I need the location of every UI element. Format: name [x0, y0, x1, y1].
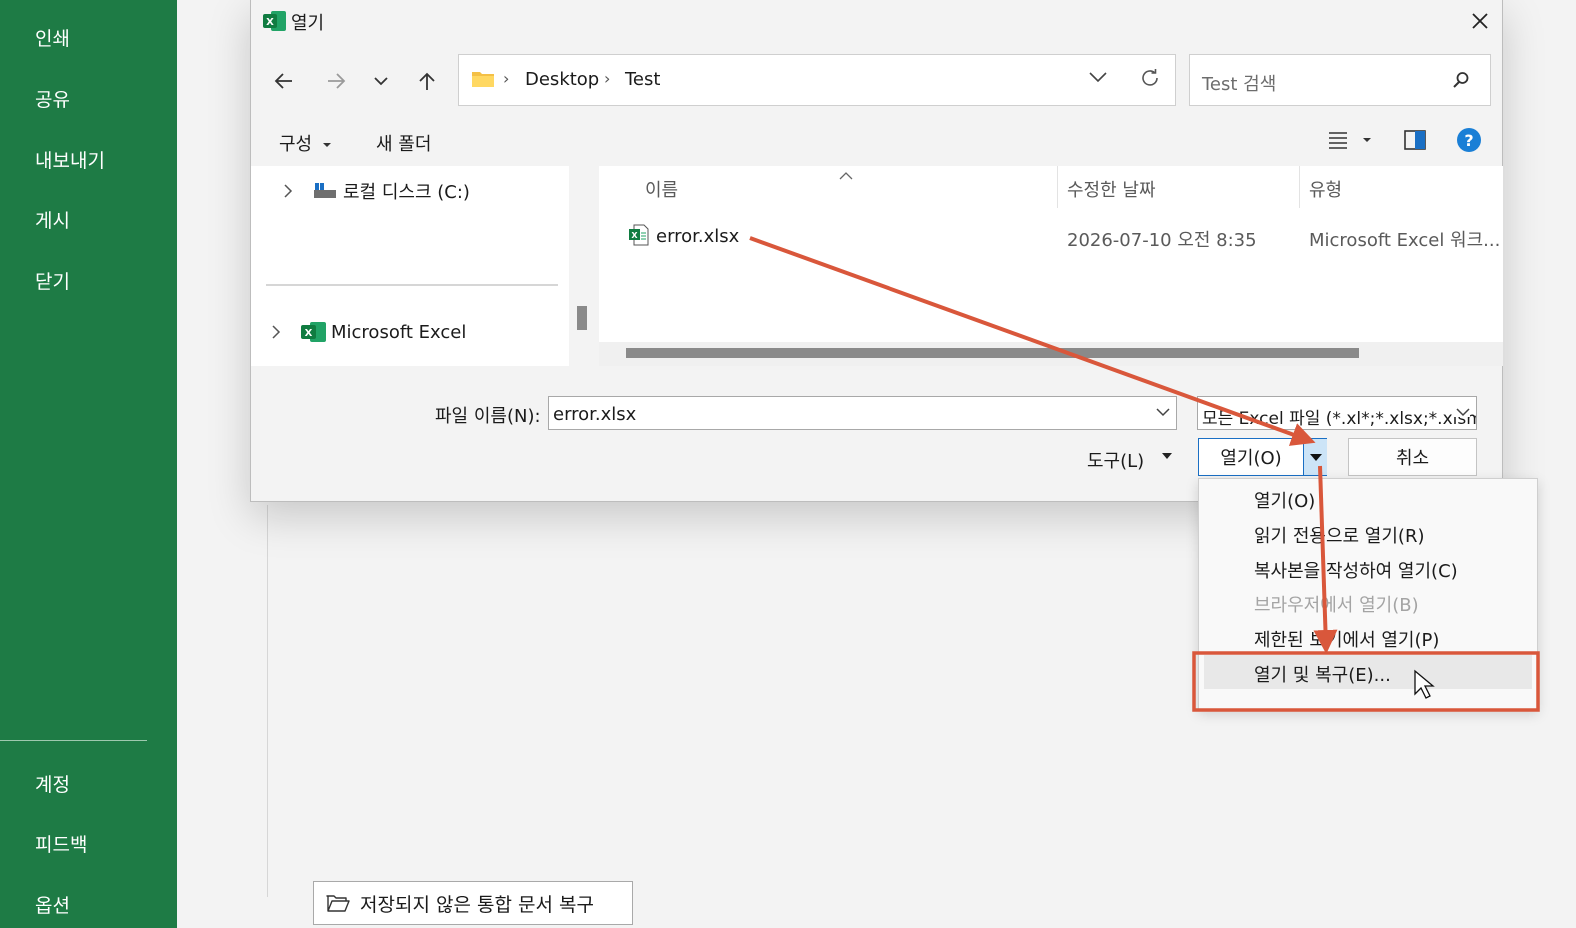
help-icon: ? — [1457, 128, 1481, 152]
column-separator[interactable] — [1299, 166, 1300, 208]
sidebar-item-publish[interactable]: 게시 — [35, 206, 70, 233]
new-folder-button[interactable]: 새 폴더 — [376, 130, 431, 156]
column-header-type[interactable]: 유형 — [1309, 176, 1342, 202]
chevron-down-icon — [1089, 72, 1107, 83]
navigation-pane: 로컬 디스크 (C:) X Microsoft Excel — [251, 166, 569, 366]
svg-text:X: X — [631, 231, 638, 240]
list-view-icon — [1329, 132, 1371, 149]
menu-item-open-and-repair[interactable]: 열기 및 복구(E)... — [1254, 661, 1391, 687]
search-icon — [1452, 71, 1470, 93]
menu-item-open[interactable]: 열기(O) — [1254, 487, 1315, 513]
preview-pane-icon — [1404, 130, 1426, 150]
breadcrumb-desktop[interactable]: Desktop — [525, 69, 599, 90]
horizontal-scrollbar-thumb[interactable] — [626, 348, 1359, 358]
filename-value: error.xlsx — [553, 404, 637, 425]
filename-field[interactable]: error.xlsx — [548, 396, 1177, 430]
chevron-down-icon[interactable] — [1156, 407, 1170, 417]
help-button[interactable]: ? — [1456, 127, 1482, 157]
sidebar-item-options[interactable]: 옵션 — [35, 891, 70, 918]
svg-text:?: ? — [1464, 131, 1473, 150]
sidebar-item-feedback[interactable]: 피드백 — [35, 830, 87, 857]
dialog-title: 열기 — [291, 13, 325, 34]
chevron-down-icon — [1454, 407, 1470, 417]
open-options-button[interactable] — [1303, 439, 1327, 475]
nav-scrollbar[interactable] — [577, 306, 587, 330]
open-button[interactable]: 열기(O) — [1199, 439, 1303, 475]
recover-unsaved-button[interactable]: 저장되지 않은 통합 문서 복구 — [313, 881, 633, 925]
caret-down-icon — [1309, 453, 1322, 461]
menu-item-open-as-copy[interactable]: 복사본을 작성하여 열기(C) — [1254, 557, 1458, 583]
file-list: 이름 수정한 날짜 유형 X error.xlsx 2026-07-10 오전 … — [599, 166, 1503, 366]
breadcrumb-separator: › — [503, 69, 510, 88]
excel-app-icon: X — [263, 10, 287, 36]
open-file-dialog: X 열기 › Desktop › Test Test 검색 구성 새 폴더 ? … — [250, 0, 1503, 502]
open-split-button[interactable]: 열기(O) — [1198, 438, 1327, 476]
open-options-menu: 열기(O) 읽기 전용으로 열기(R) 복사본을 작성하여 열기(C) 브라우저… — [1198, 478, 1538, 710]
address-bar[interactable]: › Desktop › Test — [458, 54, 1176, 106]
backstage-divider — [267, 505, 268, 897]
sidebar-item-close[interactable]: 닫기 — [35, 267, 70, 294]
column-separator[interactable] — [1057, 166, 1058, 208]
forward-button[interactable] — [321, 67, 351, 95]
search-box[interactable]: Test 검색 — [1189, 54, 1491, 106]
nav-item-label: Microsoft Excel — [331, 321, 467, 343]
folder-icon — [471, 69, 495, 93]
sidebar-item-share[interactable]: 공유 — [35, 85, 70, 112]
column-header-name[interactable]: 이름 — [645, 176, 678, 202]
tools-menu[interactable]: 도구(L) — [1087, 447, 1144, 473]
caret-down-icon — [322, 143, 331, 147]
arrow-up-icon — [419, 72, 435, 90]
sidebar-divider — [0, 740, 147, 741]
chevron-right-icon — [272, 325, 281, 339]
menu-item-open-in-browser: 브라우저에서 열기(B) — [1254, 595, 1419, 616]
sort-ascending-icon — [839, 166, 853, 185]
drive-icon — [314, 183, 336, 198]
recover-unsaved-label: 저장되지 않은 통합 문서 복구 — [360, 893, 594, 916]
address-history-button[interactable] — [1089, 69, 1107, 88]
backstage-sidebar: 인쇄 공유 내보내기 게시 닫기 계정 피드백 옵션 — [0, 0, 177, 928]
svg-text:X: X — [305, 328, 313, 339]
filetype-value: 모든 Excel 파일 (*.xl*;*.xlsx;*.xlsm — [1202, 409, 1477, 429]
close-button[interactable] — [1467, 8, 1493, 34]
preview-pane-button[interactable] — [1404, 130, 1426, 154]
refresh-icon — [1142, 69, 1158, 86]
svg-text:X: X — [266, 17, 274, 28]
file-modified: 2026-07-10 오전 8:35 — [1067, 230, 1257, 251]
caret-down-icon[interactable] — [1161, 452, 1173, 460]
view-options-button[interactable] — [1328, 128, 1372, 156]
nav-item-label: 로컬 디스크 (C:) — [343, 182, 470, 203]
xlsx-file-icon: X — [629, 224, 649, 251]
arrow-right-icon — [328, 73, 346, 89]
nav-item-local-disk[interactable]: 로컬 디스크 (C:) — [283, 178, 470, 204]
chevron-down-icon — [374, 77, 388, 86]
up-button[interactable] — [412, 67, 442, 95]
filetype-select[interactable]: 모든 Excel 파일 (*.xl*;*.xlsx;*.xlsm — [1197, 396, 1477, 430]
sidebar-item-print[interactable]: 인쇄 — [35, 24, 70, 51]
nav-divider — [266, 284, 558, 286]
search-input[interactable]: Test 검색 — [1202, 70, 1276, 96]
breadcrumb-separator: › — [604, 69, 611, 88]
filename-label: 파일 이름(N): — [435, 406, 541, 427]
back-button[interactable] — [269, 67, 299, 95]
column-header-modified[interactable]: 수정한 날짜 — [1067, 176, 1156, 202]
organize-menu[interactable]: 구성 — [279, 130, 332, 156]
sidebar-item-export[interactable]: 내보내기 — [35, 146, 105, 173]
file-name: error.xlsx — [656, 226, 740, 247]
file-type: Microsoft Excel 워크... — [1309, 230, 1501, 251]
arrow-left-icon — [274, 73, 292, 89]
folder-open-icon — [326, 895, 350, 912]
breadcrumb-test[interactable]: Test — [625, 69, 660, 90]
cancel-button[interactable]: 취소 — [1348, 438, 1477, 476]
recent-locations-button[interactable] — [366, 67, 396, 95]
close-icon — [1472, 13, 1488, 29]
menu-item-open-read-only[interactable]: 읽기 전용으로 열기(R) — [1254, 522, 1424, 548]
nav-item-microsoft-excel[interactable]: X Microsoft Excel — [271, 321, 466, 343]
chevron-right-icon — [284, 184, 293, 198]
menu-item-open-protected-view[interactable]: 제한된 보기에서 열기(P) — [1254, 626, 1439, 652]
excel-icon: X — [301, 322, 326, 342]
organize-label: 구성 — [279, 134, 313, 155]
sidebar-item-account[interactable]: 계정 — [35, 770, 70, 797]
refresh-button[interactable] — [1139, 67, 1161, 93]
